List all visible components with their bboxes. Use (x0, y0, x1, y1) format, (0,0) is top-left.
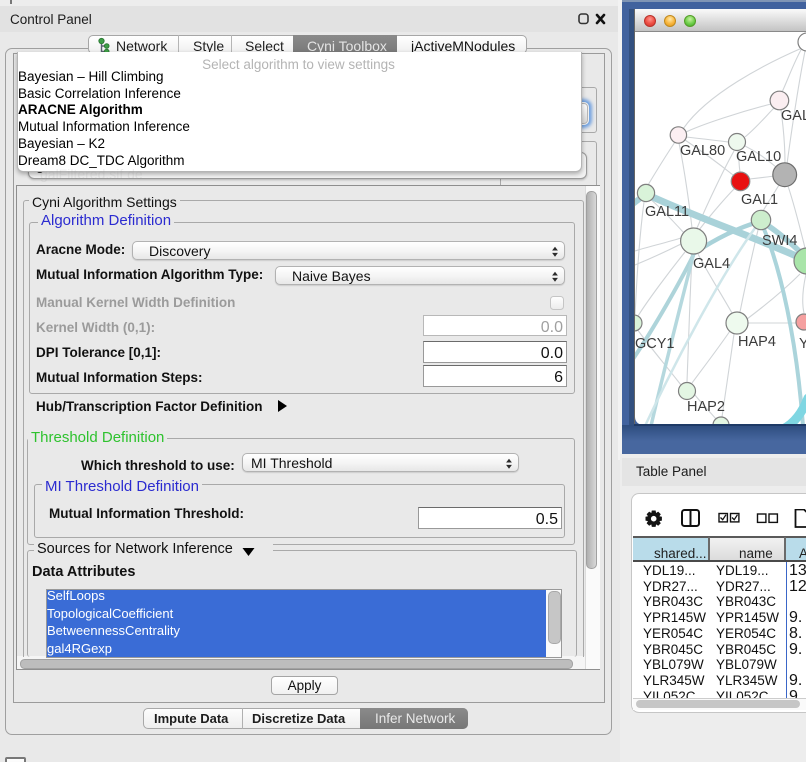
svg-text:GAL10: GAL10 (736, 149, 781, 165)
svg-text:HAP4: HAP4 (738, 334, 776, 350)
svg-text:HAP2: HAP2 (687, 399, 725, 415)
svg-text:GAL1: GAL1 (741, 192, 778, 208)
svg-text:GCY1: GCY1 (635, 336, 675, 352)
svg-text:GAL80: GAL80 (680, 143, 725, 159)
svg-text:GAL4: GAL4 (693, 256, 730, 272)
svg-text:SWI4: SWI4 (762, 233, 797, 249)
svg-text:GAL11: GAL11 (645, 204, 689, 220)
svg-text:Y: Y (799, 336, 806, 352)
svg-text:GAL7: GAL7 (781, 108, 806, 124)
